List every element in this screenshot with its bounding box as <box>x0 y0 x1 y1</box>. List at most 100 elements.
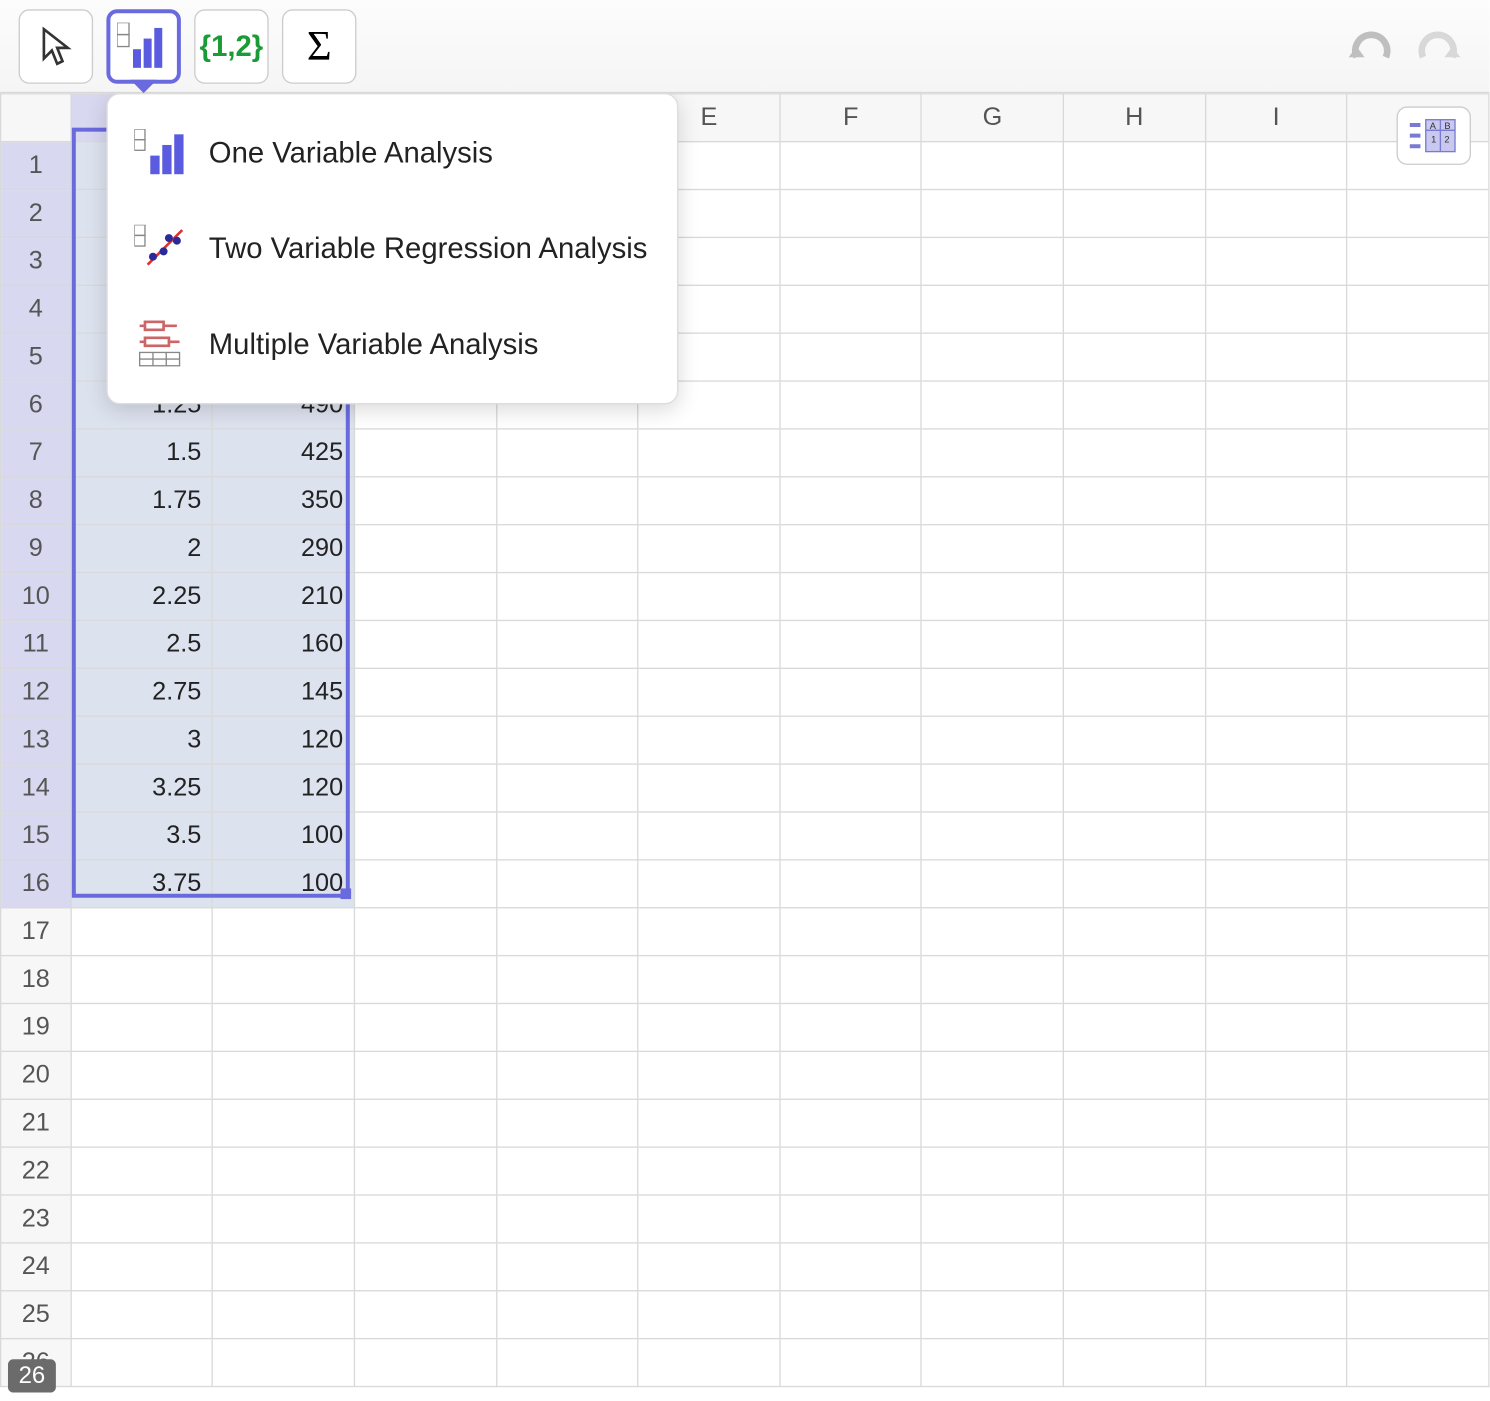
cell-G20[interactable] <box>922 1051 1064 1099</box>
cell-D22[interactable] <box>496 1147 638 1195</box>
cell-B26[interactable] <box>213 1339 355 1387</box>
cell-F12[interactable] <box>780 668 922 716</box>
cell-C14[interactable] <box>354 764 496 812</box>
cell-H2[interactable] <box>1063 190 1205 238</box>
cell-F15[interactable] <box>780 812 922 860</box>
row-header-25[interactable]: 25 <box>1 1291 71 1339</box>
cell-H15[interactable] <box>1063 812 1205 860</box>
cell-G1[interactable] <box>922 142 1064 190</box>
cell-I23[interactable] <box>1205 1195 1347 1243</box>
cell-E19[interactable] <box>638 1003 780 1051</box>
cell-A13[interactable]: 3 <box>71 716 213 764</box>
cell-F22[interactable] <box>780 1147 922 1195</box>
cell-G11[interactable] <box>922 620 1064 668</box>
cell-D7[interactable] <box>496 429 638 477</box>
cell-F7[interactable] <box>780 429 922 477</box>
cell-A7[interactable]: 1.5 <box>71 429 213 477</box>
cell-B12[interactable]: 145 <box>213 668 355 716</box>
cell-D9[interactable] <box>496 525 638 573</box>
col-header-F[interactable]: F <box>780 94 922 142</box>
cell-C21[interactable] <box>354 1099 496 1147</box>
cell-I15[interactable] <box>1205 812 1347 860</box>
cell-I14[interactable] <box>1205 764 1347 812</box>
cell-I22[interactable] <box>1205 1147 1347 1195</box>
cell-C25[interactable] <box>354 1291 496 1339</box>
cell-J19[interactable] <box>1347 1003 1489 1051</box>
cell-F2[interactable] <box>780 190 922 238</box>
row-header-15[interactable]: 15 <box>1 812 71 860</box>
cell-H24[interactable] <box>1063 1243 1205 1291</box>
cell-H10[interactable] <box>1063 573 1205 621</box>
row-header-22[interactable]: 22 <box>1 1147 71 1195</box>
cell-D13[interactable] <box>496 716 638 764</box>
cell-J17[interactable] <box>1347 908 1489 956</box>
cell-J25[interactable] <box>1347 1291 1489 1339</box>
cell-E23[interactable] <box>638 1195 780 1243</box>
cell-E24[interactable] <box>638 1243 780 1291</box>
cell-I21[interactable] <box>1205 1099 1347 1147</box>
cell-A25[interactable] <box>71 1291 213 1339</box>
row-header-3[interactable]: 3 <box>1 237 71 285</box>
cell-F4[interactable] <box>780 285 922 333</box>
cell-A12[interactable]: 2.75 <box>71 668 213 716</box>
cell-E11[interactable] <box>638 620 780 668</box>
cell-C19[interactable] <box>354 1003 496 1051</box>
cell-F11[interactable] <box>780 620 922 668</box>
cell-G12[interactable] <box>922 668 1064 716</box>
cell-B17[interactable] <box>213 908 355 956</box>
cell-D26[interactable] <box>496 1339 638 1387</box>
cell-B21[interactable] <box>213 1099 355 1147</box>
cell-H25[interactable] <box>1063 1291 1205 1339</box>
cell-G9[interactable] <box>922 525 1064 573</box>
cell-E20[interactable] <box>638 1051 780 1099</box>
cell-G22[interactable] <box>922 1147 1064 1195</box>
cell-J10[interactable] <box>1347 573 1489 621</box>
row-header-19[interactable]: 19 <box>1 1003 71 1051</box>
cell-I5[interactable] <box>1205 333 1347 381</box>
cell-F9[interactable] <box>780 525 922 573</box>
cell-F18[interactable] <box>780 956 922 1004</box>
cell-I12[interactable] <box>1205 668 1347 716</box>
cell-F14[interactable] <box>780 764 922 812</box>
row-header-12[interactable]: 12 <box>1 668 71 716</box>
cell-I20[interactable] <box>1205 1051 1347 1099</box>
cell-F25[interactable] <box>780 1291 922 1339</box>
cell-B15[interactable]: 100 <box>213 812 355 860</box>
cell-F16[interactable] <box>780 860 922 908</box>
cell-G2[interactable] <box>922 190 1064 238</box>
cell-H12[interactable] <box>1063 668 1205 716</box>
cell-G14[interactable] <box>922 764 1064 812</box>
cell-I19[interactable] <box>1205 1003 1347 1051</box>
cell-J9[interactable] <box>1347 525 1489 573</box>
cell-E10[interactable] <box>638 573 780 621</box>
cell-F3[interactable] <box>780 237 922 285</box>
cell-I17[interactable] <box>1205 908 1347 956</box>
cell-B18[interactable] <box>213 956 355 1004</box>
cell-J2[interactable] <box>1347 190 1489 238</box>
cell-E9[interactable] <box>638 525 780 573</box>
cell-J16[interactable] <box>1347 860 1489 908</box>
analysis-tool-button[interactable] <box>106 9 180 83</box>
select-tool-button[interactable] <box>19 9 93 83</box>
cell-A20[interactable] <box>71 1051 213 1099</box>
row-header-16[interactable]: 16 <box>1 860 71 908</box>
cell-C11[interactable] <box>354 620 496 668</box>
row-header-9[interactable]: 9 <box>1 525 71 573</box>
cell-B11[interactable]: 160 <box>213 620 355 668</box>
cell-B19[interactable] <box>213 1003 355 1051</box>
cell-D11[interactable] <box>496 620 638 668</box>
cell-H14[interactable] <box>1063 764 1205 812</box>
cell-E15[interactable] <box>638 812 780 860</box>
cell-G21[interactable] <box>922 1099 1064 1147</box>
cell-D21[interactable] <box>496 1099 638 1147</box>
cell-H5[interactable] <box>1063 333 1205 381</box>
cell-G13[interactable] <box>922 716 1064 764</box>
cell-B7[interactable]: 425 <box>213 429 355 477</box>
cell-E17[interactable] <box>638 908 780 956</box>
cell-F24[interactable] <box>780 1243 922 1291</box>
cell-A10[interactable]: 2.25 <box>71 573 213 621</box>
cell-J13[interactable] <box>1347 716 1489 764</box>
cell-J14[interactable] <box>1347 764 1489 812</box>
row-header-11[interactable]: 11 <box>1 620 71 668</box>
column-layout-button[interactable]: A B 1 2 <box>1397 106 1471 165</box>
